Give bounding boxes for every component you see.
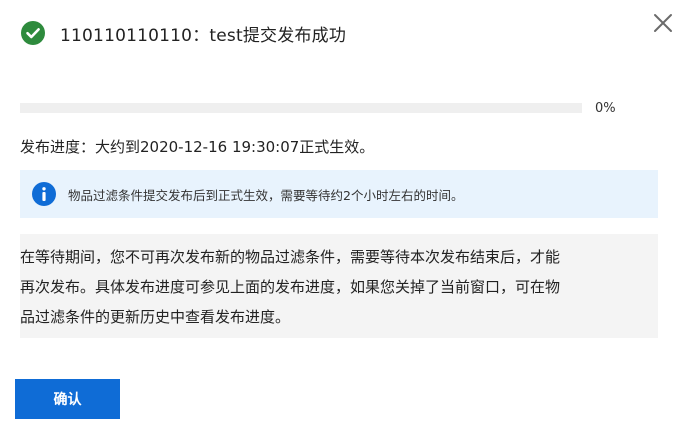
publish-success-dialog: 110110110110：test提交发布成功 0% 发布进度：大约到2020-…	[0, 0, 682, 437]
info-icon	[32, 182, 56, 206]
waiting-notice: 在等待期间，您不可再次发布新的物品过滤条件，需要等待本次发布结束后，才能 再次发…	[20, 234, 658, 338]
info-banner-text: 物品过滤条件提交发布后到正式生效，需要等待约2个小时左右的时间。	[68, 187, 464, 203]
notice-line: 品过滤条件的更新历史中查看发布进度。	[20, 308, 291, 326]
info-banner: 物品过滤条件提交发布后到正式生效，需要等待约2个小时左右的时间。	[20, 170, 658, 218]
confirm-button[interactable]: 确认	[15, 379, 120, 419]
confirm-button-label[interactable]: 确认	[54, 389, 82, 409]
notice-line: 在等待期间，您不可再次发布新的物品过滤条件，需要等待本次发布结束后，才能	[20, 248, 561, 266]
close-icon[interactable]	[652, 14, 674, 38]
dialog-header: 110110110110：test提交发布成功	[20, 20, 346, 46]
progress-percent: 0%	[595, 101, 616, 116]
publish-progress-text: 发布进度：大约到2020-12-16 19:30:07正式生效。	[20, 138, 375, 156]
check-circle-icon	[20, 20, 46, 46]
close-button[interactable]	[652, 12, 674, 34]
dialog-title: 110110110110：test提交发布成功	[60, 25, 347, 46]
publish-progress-bar	[20, 103, 582, 113]
notice-line: 再次发布。具体发布进度可参见上面的发布进度，如果您关掉了当前窗口，可在物	[20, 278, 561, 296]
